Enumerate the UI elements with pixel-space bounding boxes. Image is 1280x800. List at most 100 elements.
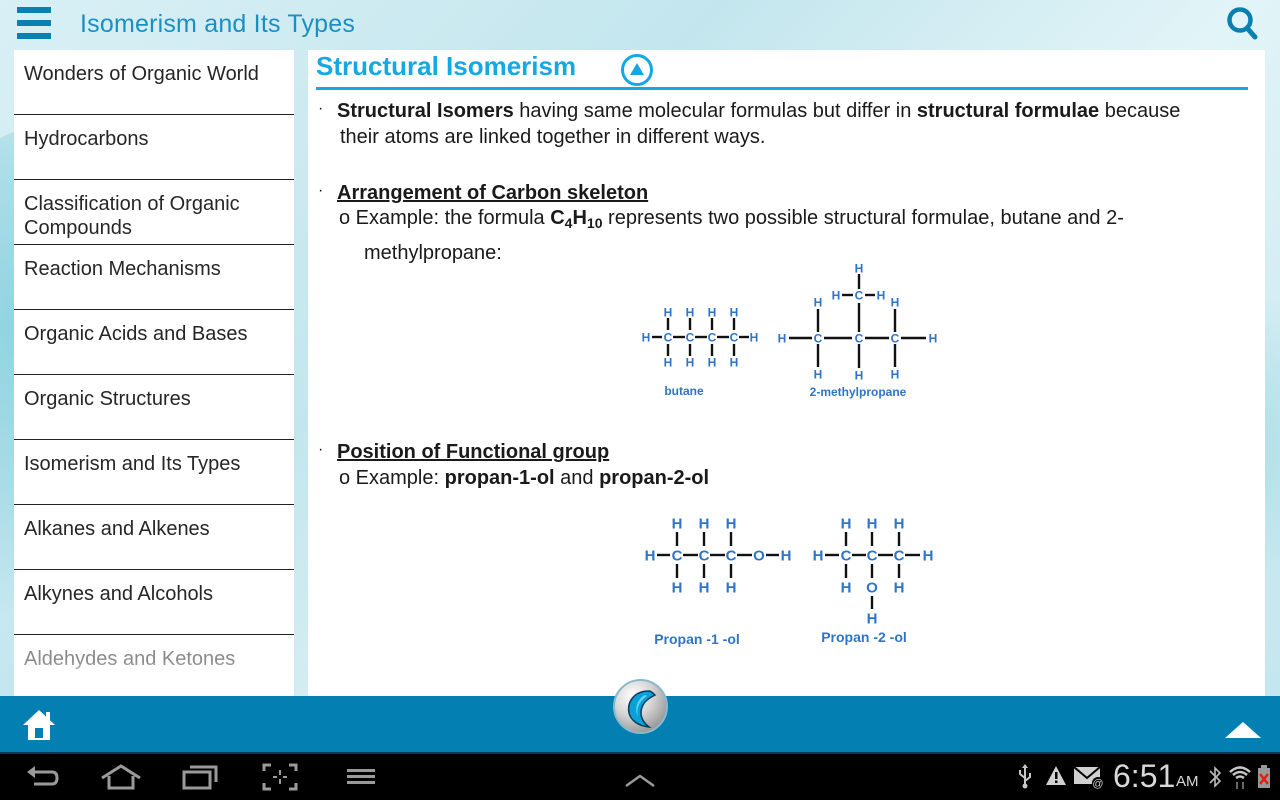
- atom-h: H: [726, 579, 737, 596]
- atom-c: C: [730, 330, 739, 344]
- wifi-icon: [1228, 764, 1252, 795]
- atom-h: H: [894, 515, 905, 532]
- action-bar: Isomerism and Its Types: [0, 0, 1280, 50]
- atom-h: H: [855, 368, 864, 382]
- atom-h: H: [929, 331, 938, 345]
- atom-c: C: [699, 547, 710, 564]
- show-more-icon[interactable]: [624, 762, 656, 792]
- atom-h: H: [750, 330, 759, 344]
- atom-o: O: [866, 579, 878, 596]
- page-title: Isomerism and Its Types: [80, 10, 356, 38]
- butane-isomers-diagram: H CHHCHHCHHCHHH H CHHCCHH HHCHHH butane 2-m…: [642, 261, 938, 399]
- methylpropane-label: 2-methylpropane: [810, 385, 907, 399]
- atom-h: H: [672, 579, 683, 596]
- atom-h: H: [699, 515, 710, 532]
- atom-h: H: [699, 579, 710, 596]
- atom-c: C: [686, 330, 695, 344]
- atom-h: H: [664, 305, 673, 319]
- sidebar-item-reaction-mechanisms[interactable]: Reaction Mechanisms: [14, 245, 294, 310]
- atom-h: H: [708, 305, 717, 319]
- atom-h: H: [730, 355, 739, 369]
- atom-c: C: [841, 547, 852, 564]
- sidebar-item-classification-of-organic-compounds[interactable]: Classification of Organic Compounds: [14, 180, 294, 245]
- usb-icon: [1016, 764, 1034, 795]
- bluetooth-icon: [1208, 764, 1222, 795]
- intro-text-2: because: [1099, 100, 1181, 122]
- propan-2-ol-label: Propan -2 -ol: [821, 629, 907, 645]
- sidebar-item-wonders-of-organic-world[interactable]: Wonders of Organic World: [14, 50, 294, 115]
- formula-h: H: [572, 207, 587, 229]
- atom-h: H: [923, 547, 934, 564]
- functional-group-heading: Position of Functional group: [337, 441, 610, 463]
- warning-icon: [1045, 764, 1067, 793]
- propan-1-ol-label: Propan -1 -ol: [654, 631, 740, 647]
- atom-h: H: [672, 515, 683, 532]
- search-icon[interactable]: [1226, 6, 1260, 42]
- atom-c: C: [672, 547, 683, 564]
- collapse-section-button[interactable]: [621, 54, 653, 86]
- svg-text:@: @: [1092, 778, 1103, 790]
- atom-h: H: [891, 367, 900, 381]
- email-icon: @: [1073, 764, 1105, 795]
- atom-h: H: [686, 355, 695, 369]
- atom-c: C: [726, 547, 737, 564]
- intro-bold-term-2: structural formulae: [916, 100, 1100, 122]
- sidebar-item-organic-acids-and-bases[interactable]: Organic Acids and Bases: [14, 310, 294, 375]
- formula-c: C: [550, 207, 565, 229]
- atom-c: C: [664, 330, 673, 344]
- content-panel[interactable]: Structural Isomerism · Structural Isomer…: [308, 50, 1265, 696]
- propan-1-ol-structure: H CHHCHHCHHO H: [645, 515, 792, 596]
- atom-h: H: [814, 367, 823, 381]
- atom-h: H: [645, 547, 656, 564]
- formula-h-subscript: 10: [586, 215, 603, 231]
- section-title: Structural Isomerism: [316, 51, 577, 81]
- menu-icon[interactable]: [346, 762, 376, 792]
- atom-c: C: [708, 330, 717, 344]
- status-ampm: AM: [1176, 773, 1199, 790]
- methylpropane-structure: H CHHCCHH HHCHHH: [778, 261, 938, 382]
- battery-icon: [1257, 764, 1271, 795]
- scroll-to-top-icon[interactable]: [1225, 722, 1261, 738]
- atom-h: H: [726, 515, 737, 532]
- atom-c: C: [855, 288, 864, 302]
- atom-h: H: [855, 261, 864, 275]
- sidebar-item-alkanes-and-alkenes[interactable]: Alkanes and Alkenes: [14, 505, 294, 570]
- atom-h: H: [877, 288, 886, 302]
- hamburger-menu-icon[interactable]: [17, 7, 52, 41]
- atom-h: H: [814, 295, 823, 309]
- sidebar-item-isomerism-and-its-types[interactable]: Isomerism and Its Types: [14, 440, 294, 505]
- recent-apps-icon[interactable]: [182, 762, 218, 792]
- atom-c: C: [891, 331, 900, 345]
- intro-paragraph: Structural Isomers having same molecular…: [337, 98, 1237, 150]
- atom-c: C: [814, 331, 823, 345]
- app-home-icon[interactable]: [22, 709, 56, 741]
- atom-h: H: [778, 331, 787, 345]
- atom-h: H: [867, 610, 878, 627]
- atom-h: H: [664, 355, 673, 369]
- atom-h: H: [730, 305, 739, 319]
- sidebar-item-hydrocarbons[interactable]: Hydrocarbons: [14, 115, 294, 180]
- atom-h: H: [894, 579, 905, 596]
- example-prefix: o Example:: [339, 467, 445, 489]
- app-logo-button[interactable]: [613, 679, 668, 734]
- home-icon[interactable]: [100, 762, 142, 792]
- atom-h: H: [781, 547, 792, 564]
- status-clock: 6:51: [1113, 758, 1176, 794]
- screenshot-icon[interactable]: [262, 762, 298, 792]
- intro-bold-term: Structural Isomers: [337, 100, 514, 122]
- sidebar-item-aldehydes-and-ketones[interactable]: Aldehydes and Ketones: [14, 635, 294, 696]
- sidebar-topic-list[interactable]: Wonders of Organic World Hydrocarbons Cl…: [14, 50, 294, 696]
- butane-structure: H CHHCHHCHHCHHH: [642, 305, 759, 369]
- bullet-icon: ·: [318, 441, 324, 458]
- sidebar-item-alkynes-and-alcohols[interactable]: Alkynes and Alcohols: [14, 570, 294, 635]
- intro-text: having same molecular formulas but diffe…: [513, 100, 917, 122]
- back-icon[interactable]: [24, 762, 60, 792]
- sidebar-item-organic-structures[interactable]: Organic Structures: [14, 375, 294, 440]
- atom-h: H: [867, 515, 878, 532]
- propanol-isomers-diagram: H CHHCHHCHHO H H CHHCHCHHOHH Propan -1 -ol …: [645, 515, 934, 647]
- butane-label: butane: [664, 384, 704, 398]
- example-suffix: represents two possible structural formu…: [602, 207, 1124, 229]
- system-navigation-bar: @ 6:51 AM: [0, 752, 1280, 800]
- propan-2-ol-structure: H CHHCHCHHOHH: [813, 515, 934, 627]
- atom-h: H: [891, 295, 900, 309]
